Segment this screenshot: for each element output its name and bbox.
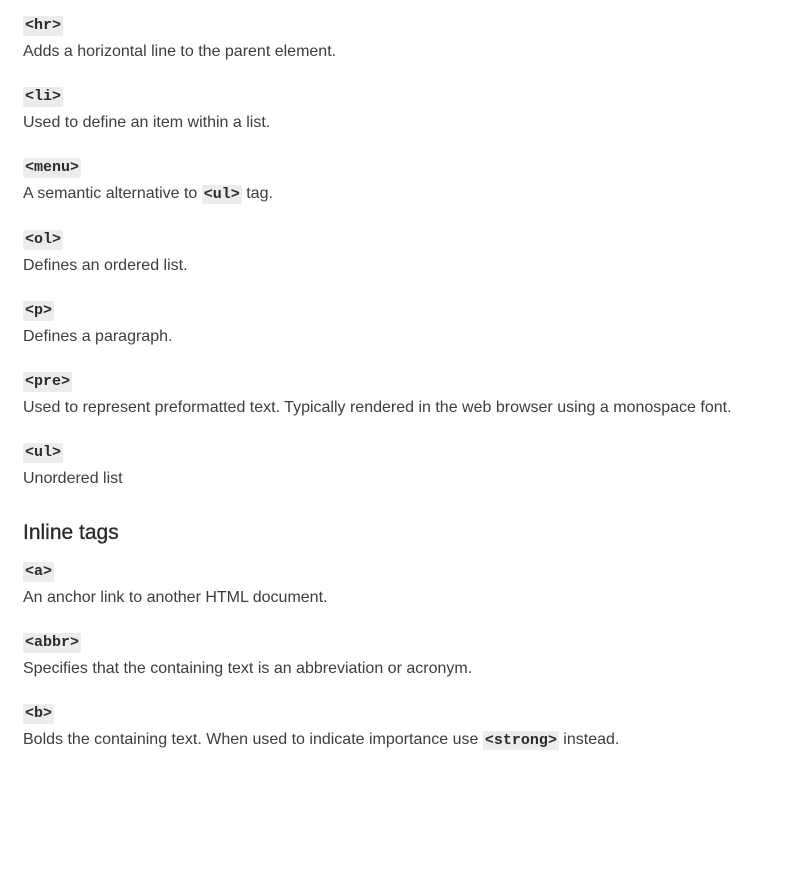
description-text: A semantic alternative to: [23, 185, 202, 202]
tag-description: A semantic alternative to <ul> tag.: [23, 183, 778, 206]
inline-code: <ul>: [201, 185, 242, 204]
tag-description: Used to represent preformatted text. Typ…: [23, 399, 732, 416]
entry-ul: <ul> Unordered list: [23, 443, 778, 490]
tag-code: <a>: [23, 562, 55, 582]
tag-description: Defines an ordered list.: [23, 257, 188, 274]
tag-description: Defines a paragraph.: [23, 328, 173, 345]
document-page: <hr> Adds a horizontal line to the paren…: [0, 0, 801, 881]
inline-code: <strong>: [482, 731, 559, 750]
entry-pre: <pre> Used to represent preformatted tex…: [23, 372, 778, 419]
entry-li: <li> Used to define an item within a lis…: [23, 87, 778, 134]
tag-description: Used to define an item within a list.: [23, 114, 271, 131]
entry-ol: <ol> Defines an ordered list.: [23, 230, 778, 277]
tag-description: Adds a horizontal line to the parent ele…: [23, 43, 337, 60]
tag-code: <ol>: [23, 230, 64, 250]
tag-code: <hr>: [23, 16, 64, 36]
tag-code: <p>: [23, 301, 55, 321]
entry-b: <b> Bolds the containing text. When used…: [23, 704, 778, 752]
entry-menu: <menu> A semantic alternative to <ul> ta…: [23, 158, 778, 206]
tag-code: <menu>: [23, 158, 82, 178]
description-text: tag.: [241, 185, 273, 202]
tag-code: <abbr>: [23, 633, 82, 653]
tag-description: Specifies that the containing text is an…: [23, 660, 473, 677]
entry-p: <p> Defines a paragraph.: [23, 301, 778, 348]
tag-description: An anchor link to another HTML document.: [23, 589, 328, 606]
entry-a: <a> An anchor link to another HTML docum…: [23, 562, 778, 609]
tag-code: <li>: [23, 87, 64, 107]
tag-code: <b>: [23, 704, 55, 724]
tag-description: Bolds the containing text. When used to …: [23, 729, 778, 752]
entry-hr: <hr> Adds a horizontal line to the paren…: [23, 16, 778, 63]
tag-code: <pre>: [23, 372, 73, 392]
tag-description: Unordered list: [23, 470, 123, 487]
description-text: instead.: [558, 731, 620, 748]
section-heading: Inline tags: [23, 521, 119, 544]
entry-abbr: <abbr> Specifies that the containing tex…: [23, 633, 778, 680]
description-text: Bolds the containing text. When used to …: [23, 731, 483, 748]
tag-code: <ul>: [23, 443, 64, 463]
